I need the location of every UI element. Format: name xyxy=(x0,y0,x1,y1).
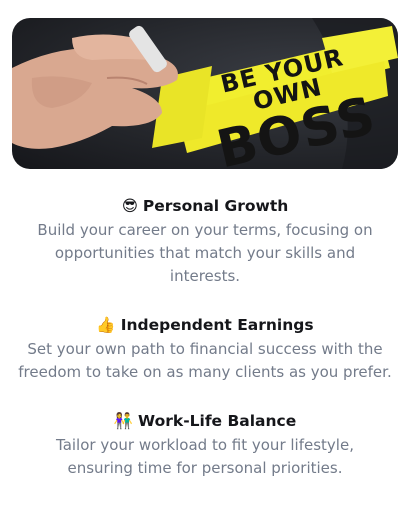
feature-description: Tailor your workload to fit your lifesty… xyxy=(56,436,354,477)
feature-list: 😎 Personal Growth Build your career on yo… xyxy=(0,193,410,504)
sunglasses-emoji-icon: 😎 xyxy=(121,197,138,215)
feature-title-text: Personal Growth xyxy=(142,197,289,215)
feature-description: Build your career on your terms, focusin… xyxy=(37,221,373,285)
feature-personal-growth: 😎 Personal Growth Build your career on yo… xyxy=(0,193,410,288)
feature-description: Set your own path to financial success w… xyxy=(18,340,392,381)
feature-independent-earnings: 👍 Independent Earnings Set your own path … xyxy=(0,312,410,384)
feature-title: 👫 Work-Life Balance xyxy=(0,408,410,434)
feature-work-life-balance: 👫 Work-Life Balance Tailor your workload … xyxy=(0,408,410,480)
feature-title: 👍 Independent Earnings xyxy=(0,312,410,338)
feature-title-text: Work-Life Balance xyxy=(138,412,297,430)
feature-title: 😎 Personal Growth xyxy=(0,193,410,219)
thumbs-up-emoji-icon: 👍 xyxy=(96,316,116,334)
page: BE YOUR OWN BOSS 😎 Personal Growth Build … xyxy=(0,0,410,520)
hero-image: BE YOUR OWN BOSS xyxy=(12,18,398,169)
feature-title-text: Independent Earnings xyxy=(120,316,314,334)
couple-emoji-icon: 👫 xyxy=(113,412,134,430)
